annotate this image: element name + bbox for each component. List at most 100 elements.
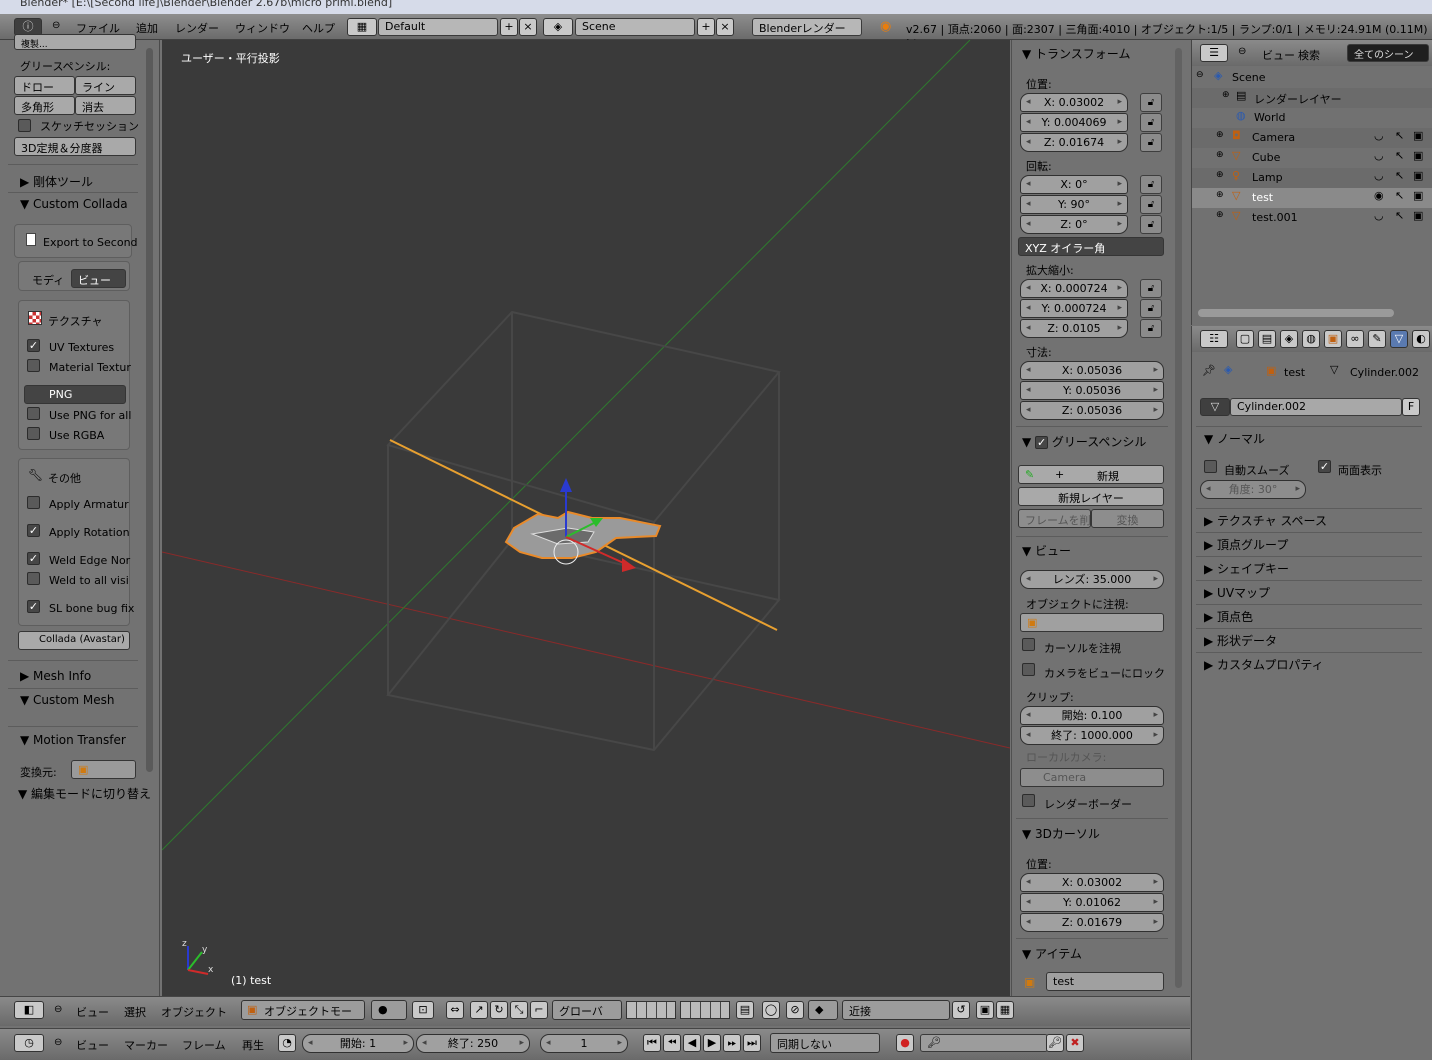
lock-location-z-icon[interactable]: 🔓︎ — [1140, 133, 1162, 152]
lock-scale-x-icon[interactable]: 🔓︎ — [1140, 279, 1162, 298]
uv-maps-panel[interactable]: ▶ UVマップ — [1204, 584, 1270, 601]
visibility-eye-icon[interactable]: ◉ — [1374, 189, 1384, 202]
gp-draw-button[interactable]: ドロー — [14, 76, 75, 95]
edit-mode-toggle-panel[interactable]: ▼ 編集モードに切り替え — [18, 785, 151, 802]
duplicate-button[interactable]: 複製... — [14, 34, 136, 50]
collapse-outliner-icon[interactable]: ⊖ — [1238, 46, 1246, 57]
render-tab-icon[interactable]: ▢ — [1236, 330, 1254, 348]
smooth-angle-field[interactable]: 角度: 30° — [1200, 480, 1306, 499]
view-menu[interactable]: ビュー — [76, 1004, 109, 1020]
timeline-editor-icon[interactable]: ◷ — [14, 1034, 44, 1052]
snap-element-select[interactable]: ◆ — [808, 1000, 838, 1020]
timeline-view-menu[interactable]: ビュー — [76, 1037, 109, 1053]
dimension-z-field[interactable]: Z: 0.05036 — [1020, 401, 1164, 420]
snap-target-select[interactable]: 近接 — [842, 1000, 950, 1020]
clip-end-field[interactable]: 終了: 1000.000 — [1020, 726, 1164, 745]
convert-from-field[interactable]: ▣ — [71, 760, 136, 779]
shape-keys-panel[interactable]: ▶ シェイプキー — [1204, 560, 1289, 577]
remove-layout-icon[interactable]: × — [519, 18, 537, 36]
3d-view-editor-icon[interactable]: ◧ — [14, 1001, 44, 1019]
cursor-y-field[interactable]: Y: 0.01062 — [1020, 893, 1164, 912]
uv-textures-checkbox[interactable]: ✓ — [27, 339, 40, 352]
use-rgba-checkbox[interactable] — [27, 427, 40, 440]
ruler-protractor-button[interactable]: 3D定規＆分度器 — [14, 137, 136, 156]
modifiers-tab-icon[interactable]: ✎ — [1368, 330, 1386, 348]
end-frame-field[interactable]: 終了: 250 — [416, 1034, 530, 1053]
mesh-name-field[interactable]: Cylinder.002 — [1230, 398, 1402, 416]
custom-properties-panel[interactable]: ▶ カスタムプロパティ — [1204, 656, 1324, 673]
sketch-session-checkbox[interactable] — [18, 119, 31, 132]
gp-convert-button[interactable]: 変換 — [1091, 509, 1164, 528]
outliner-row-test[interactable]: ⊕ ▽ test ◉ ↖ ▣ — [1192, 188, 1432, 208]
outliner-row-cube[interactable]: ⊕ ▽ Cube ◡ ↖ ▣ — [1192, 148, 1432, 168]
npanel-scrollbar[interactable] — [1175, 48, 1182, 988]
world-tab-icon[interactable]: ◍ — [1302, 330, 1320, 348]
mesh-browse-icon[interactable]: ▽ — [1200, 398, 1230, 416]
align-rotation-icon[interactable]: ↺ — [952, 1001, 970, 1019]
lock-scale-z-icon[interactable]: 🔓︎ — [1140, 319, 1162, 338]
lock-to-object-field[interactable]: ▣ — [1020, 613, 1164, 632]
texture-space-panel[interactable]: ▶ テクスチャ スペース — [1204, 512, 1327, 529]
current-frame-field[interactable]: 1 — [540, 1034, 628, 1053]
render-camera-icon[interactable]: ▣ — [1413, 189, 1423, 202]
rotation-x-field[interactable]: X: 0° — [1020, 175, 1128, 194]
expand-icon[interactable]: ⊕ — [1216, 130, 1224, 140]
lock-location-x-icon[interactable]: 🔓︎ — [1140, 93, 1162, 112]
record-icon[interactable]: ● — [896, 1034, 914, 1052]
outliner-row-camera[interactable]: ⊕ ◘ Camera ◡ ↖ ▣ — [1192, 128, 1432, 148]
insert-keyframe-icon[interactable]: 🔑︎ — [1046, 1034, 1064, 1052]
3d-cursor-panel[interactable]: ▼ 3Dカーソル — [1022, 825, 1100, 842]
cursor-x-field[interactable]: X: 0.03002 — [1020, 873, 1164, 892]
vertex-colors-panel[interactable]: ▶ 頂点色 — [1204, 608, 1253, 625]
gp-erase-button[interactable]: 消去 — [75, 96, 136, 115]
object-tab-icon[interactable]: ▣ — [1324, 330, 1342, 348]
playback-menu[interactable]: 再生 — [242, 1037, 264, 1053]
motion-transfer-panel[interactable]: ▼ Motion Transfer — [20, 733, 126, 747]
material-tab-icon[interactable]: ◐ — [1412, 330, 1430, 348]
data-tab-icon[interactable]: ▽ — [1390, 330, 1408, 348]
delete-keyframe-icon[interactable]: ✖ — [1066, 1034, 1084, 1052]
manipulator-icon[interactable]: ⇔ — [446, 1001, 464, 1019]
transform-panel[interactable]: ▼ トランスフォーム — [1022, 45, 1130, 62]
render-camera-icon[interactable]: ▣ — [1413, 129, 1423, 142]
weld-edge-checkbox[interactable]: ✓ — [27, 552, 40, 565]
object-menu[interactable]: オブジェクト — [161, 1004, 227, 1020]
prev-keyframe-icon[interactable]: ⏪︎ — [663, 1034, 681, 1052]
visibility-eye-icon[interactable]: ◡ — [1374, 129, 1384, 142]
vertex-groups-panel[interactable]: ▶ 頂点グループ — [1204, 536, 1288, 553]
collapse-menu-icon[interactable]: ⊖ — [54, 1037, 62, 1048]
rotation-y-field[interactable]: Y: 90° — [1020, 195, 1128, 214]
rotation-mode-select[interactable]: XYZ オイラー角 — [1018, 237, 1164, 256]
expand-icon[interactable]: ⊕ — [1216, 210, 1224, 220]
gp-line-button[interactable]: ライン — [75, 76, 136, 95]
opengl-anim-icon[interactable]: ▦ — [996, 1001, 1014, 1019]
next-keyframe-icon[interactable]: ⏩︎ — [723, 1034, 741, 1052]
gp-new-button[interactable]: ✎ + 新規 — [1018, 465, 1164, 484]
keying-set-field[interactable]: 🔑︎ — [920, 1034, 1048, 1052]
opengl-render-icon[interactable]: ▣ — [976, 1001, 994, 1019]
select-arrow-icon[interactable]: ↖ — [1395, 149, 1404, 162]
jump-start-icon[interactable]: ⏮︎ — [643, 1034, 661, 1052]
collapse-menu-icon[interactable]: ⊖ — [54, 1004, 62, 1015]
expand-icon[interactable]: ⊕ — [1216, 190, 1224, 200]
render-camera-icon[interactable]: ▣ — [1413, 149, 1423, 162]
render-layer-tab-icon[interactable]: ▤ — [1258, 330, 1276, 348]
cursor-z-field[interactable]: Z: 0.01679 — [1020, 913, 1164, 932]
scene-tab-icon[interactable]: ◈ — [1280, 330, 1298, 348]
local-camera-field[interactable]: Camera — [1020, 768, 1164, 787]
outliner-row-lamp[interactable]: ⊕ ♀ Lamp ◡ ↖ ▣ — [1192, 168, 1432, 188]
collada-preset-button[interactable]: Collada (Avastar) ( — [18, 631, 130, 650]
outliner-display-mode[interactable]: 全てのシーン — [1347, 44, 1429, 62]
render-camera-icon[interactable]: ▣ — [1413, 209, 1423, 222]
visibility-eye-icon[interactable]: ◡ — [1374, 209, 1384, 222]
select-arrow-icon[interactable]: ↖ — [1395, 209, 1404, 222]
modifier-select[interactable]: ビュー — [71, 269, 126, 288]
pin-icon[interactable]: 📌︎ — [1202, 364, 1216, 377]
scale-y-field[interactable]: Y: 0.000724 — [1020, 299, 1128, 318]
3d-viewport[interactable]: ユーザー・平行投影 z y x (1) test — [162, 40, 1010, 996]
render-engine-select[interactable]: Blenderレンダー — [752, 18, 862, 36]
menu-help[interactable]: ヘルプ — [302, 20, 335, 36]
start-frame-field[interactable]: 開始: 1 — [302, 1034, 414, 1053]
marker-menu[interactable]: マーカー — [124, 1037, 168, 1053]
expand-icon[interactable]: ⊕ — [1222, 90, 1230, 100]
